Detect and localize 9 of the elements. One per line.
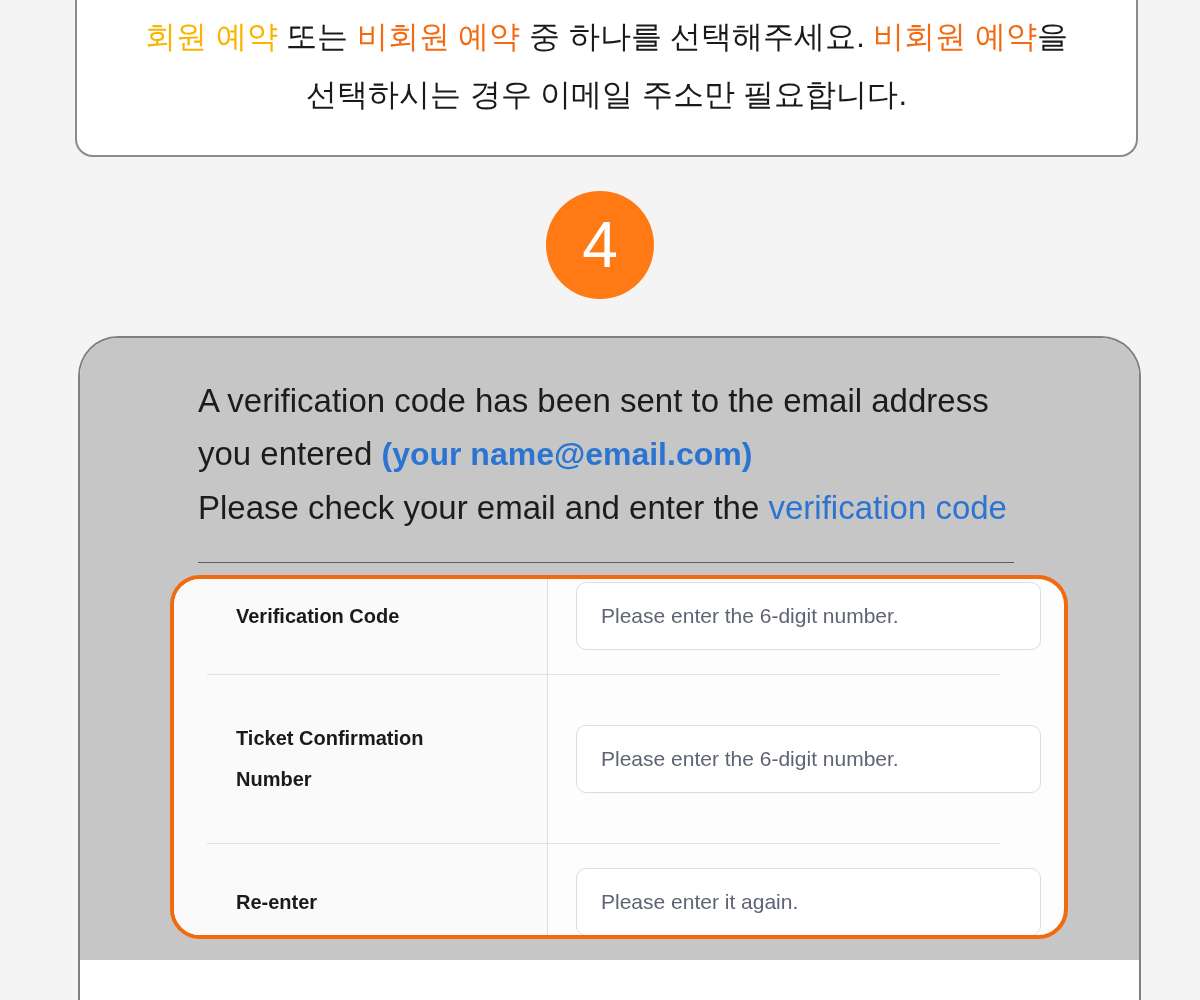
field-label: Re-enter <box>236 889 319 915</box>
notice-text: 회원 예약 또는 비회원 예약 중 하나를 선택해주세요. 비회원 예약을 선택하시는 경우 이메일 주소만 필요합니다. <box>143 18 1070 114</box>
field-label: Verification Code <box>236 603 401 629</box>
input-field[interactable]: Please enter the 6-digit number. <box>576 582 1041 650</box>
input-field[interactable]: Please enter the 6-digit number. <box>576 725 1041 793</box>
step-number-badge: 4 <box>546 191 654 299</box>
field-label: Ticket Confirmation Number <box>236 726 425 792</box>
verification-message: A verification code has been sent to the email address you entered (your name@email.com) Please check your email and enter the verification code <box>198 381 1007 528</box>
input-field[interactable]: Please enter it again. <box>576 868 1041 935</box>
